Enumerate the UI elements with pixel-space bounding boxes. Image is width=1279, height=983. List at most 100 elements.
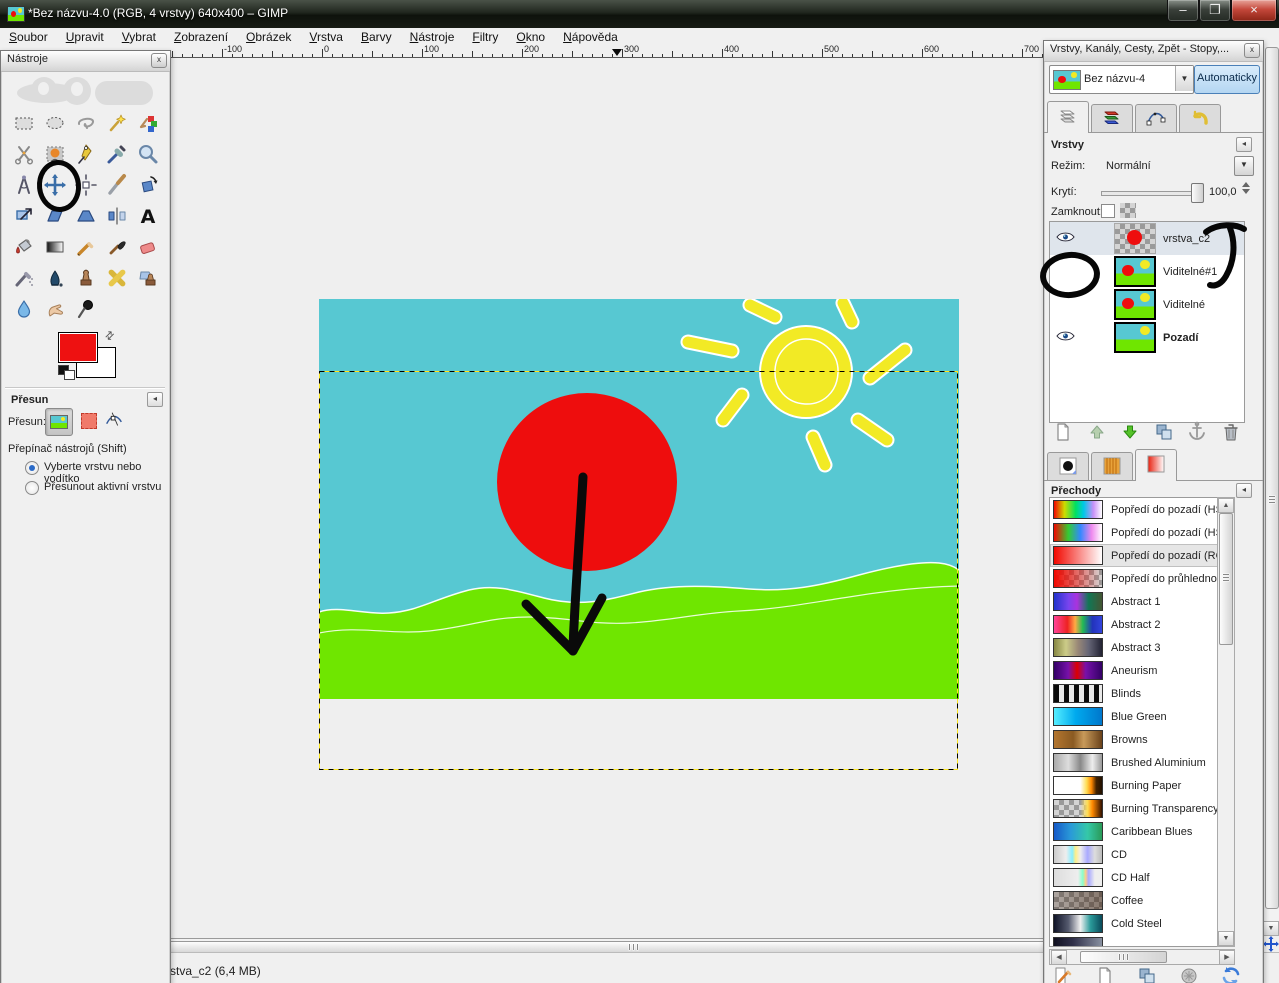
tool-ellipse-select-button[interactable] [39, 109, 70, 140]
gradient-row-Coffee[interactable]: Coffee [1050, 889, 1218, 912]
gradient-row-Brushed Aluminium[interactable]: Brushed Aluminium [1050, 751, 1218, 774]
layer-thumbnail[interactable] [1114, 223, 1156, 254]
image-selector[interactable]: Bez názvu-4 ▼ [1049, 65, 1194, 94]
gradient-row-CD[interactable]: CD [1050, 843, 1218, 866]
menu-upravit[interactable]: Upravit [57, 28, 113, 44]
vertical-scrollbar[interactable]: ▼ [1262, 45, 1279, 952]
tool-select-by-color-button[interactable] [132, 109, 163, 140]
menu-obrzek[interactable]: Obrázek [237, 28, 300, 44]
radio-select-layer-guide[interactable] [25, 461, 39, 475]
tool-rect-select-button[interactable] [8, 109, 39, 140]
restore-button[interactable]: ❐ [1199, 0, 1231, 22]
gradient-row-Popředí do pozadí (HSV odstín[interactable]: Popředí do pozadí (HSV odstín [1050, 498, 1218, 521]
tool-smudge-button[interactable] [39, 295, 70, 326]
tool-gradient-button[interactable] [39, 233, 70, 264]
move-mode-layer-button[interactable] [45, 408, 73, 436]
auto-follow-button[interactable]: Automaticky [1194, 65, 1260, 94]
toolbox-close-icon[interactable]: x [151, 53, 167, 68]
gradient-row-Abstract 1[interactable]: Abstract 1 [1050, 590, 1218, 613]
gradients-scroll-up-icon[interactable]: ▲ [1218, 498, 1234, 513]
tool-options-collapse-button[interactable]: ◂ [147, 392, 163, 407]
menu-nstroje[interactable]: Nástroje [401, 28, 464, 44]
layer-name[interactable]: Viditelné [1163, 299, 1205, 311]
gradient-row-Aneurism[interactable]: Aneurism [1050, 659, 1218, 682]
opacity-spinner[interactable] [1242, 180, 1251, 196]
gradient-row-Burning Paper[interactable]: Burning Paper [1050, 774, 1218, 797]
radio-move-active-layer[interactable] [25, 481, 39, 495]
gradient-row-Popředí do průhlednosti[interactable]: Popředí do průhlednosti [1050, 567, 1218, 590]
tool-heal-button[interactable] [101, 264, 132, 295]
gradient-row-CD Half[interactable]: CD Half [1050, 866, 1218, 889]
menu-vrstva[interactable]: Vrstva [300, 28, 352, 44]
menu-zobrazen[interactable]: Zobrazení [165, 28, 237, 44]
minimize-button[interactable]: – [1167, 0, 1199, 22]
layer-thumbnail[interactable] [1114, 256, 1156, 287]
lower-layer-button[interactable] [1117, 423, 1143, 444]
tab-gradients[interactable] [1135, 449, 1177, 481]
gradient-row-Abstract 2[interactable]: Abstract 2 [1050, 613, 1218, 636]
pan-view-button[interactable] [1262, 936, 1279, 952]
gradients-hscrollbar-thumb[interactable] [1080, 951, 1167, 963]
opacity-slider[interactable] [1101, 191, 1198, 196]
menu-vybrat[interactable]: Vybrat [113, 28, 165, 44]
gradients-scroll-down-icon[interactable]: ▼ [1218, 931, 1234, 946]
layer-thumbnail[interactable] [1114, 322, 1156, 353]
layer-row-Pozadí[interactable]: Pozadí [1050, 321, 1244, 354]
swap-colors-icon[interactable]: ⇄ [102, 328, 118, 344]
tool-scissors-select-button[interactable] [8, 140, 39, 171]
menu-npovda[interactable]: Nápověda [554, 28, 627, 44]
move-mode-path-button[interactable] [103, 409, 125, 434]
image-selector-dropdown-icon[interactable]: ▼ [1175, 66, 1193, 91]
tool-blur-button[interactable] [8, 295, 39, 326]
toolbox-window[interactable]: Nástroje x A ⇄ Přesun ◂ Přesun: [0, 50, 171, 983]
new-gradient-button[interactable] [1092, 967, 1118, 983]
tool-airbrush-button[interactable] [8, 264, 39, 295]
gradient-row-unnamed[interactable] [1050, 935, 1218, 947]
tool-dodge-burn-button[interactable] [70, 295, 101, 326]
gradients-collapse-button[interactable]: ◂ [1236, 483, 1252, 498]
tool-crop-button[interactable] [101, 171, 132, 202]
radio-move-active-layer-label[interactable]: Přesunout aktivní vrstvu [44, 481, 161, 493]
delete-gradient-button[interactable] [1176, 967, 1202, 983]
gradients-list[interactable]: Popředí do pozadí (HSV odstín Popředí do… [1049, 497, 1219, 947]
edit-gradient-button[interactable] [1050, 967, 1076, 983]
tool-free-select-button[interactable] [70, 109, 101, 140]
gradients-scrollbar-thumb[interactable] [1219, 513, 1233, 645]
menu-soubor[interactable]: Soubor [0, 28, 57, 44]
anchor-layer-button[interactable] [1184, 423, 1210, 444]
mode-dropdown-icon[interactable]: ▼ [1234, 156, 1254, 176]
layer-thumbnail[interactable] [1114, 289, 1156, 320]
close-button[interactable]: × [1231, 0, 1277, 22]
tab-brushes[interactable] [1047, 452, 1089, 481]
tab-patterns[interactable] [1091, 452, 1133, 481]
tool-measure-button[interactable] [8, 171, 39, 202]
dock-close-icon[interactable]: x [1244, 43, 1260, 58]
tool-pencil-button[interactable] [70, 233, 101, 264]
gradient-row-Popředí do pozadí (RGB)[interactable]: Popředí do pozadí (RGB) [1050, 544, 1218, 567]
image-canvas[interactable] [319, 299, 959, 771]
gradients-horizontal-scrollbar[interactable]: ◀ ▶ [1049, 949, 1235, 965]
tool-rotate-button[interactable] [132, 171, 163, 202]
vertical-scrollbar-thumb[interactable] [1265, 47, 1279, 909]
raise-layer-button[interactable] [1084, 423, 1110, 444]
scroll-down-arrow[interactable]: ▼ [1263, 921, 1279, 936]
layer-name[interactable]: Pozadí [1163, 332, 1198, 344]
lock-alpha-icon[interactable] [1120, 203, 1136, 218]
tool-text-button[interactable]: A [132, 202, 163, 233]
gradients-vertical-scrollbar[interactable]: ▲ ▼ [1217, 497, 1235, 947]
title-bar[interactable]: *Bez názvu-4.0 (RGB, 4 vrstvy) 640x400 –… [0, 0, 1279, 28]
duplicate-gradient-button[interactable] [1134, 967, 1160, 983]
gradient-row-Burning Transparency[interactable]: Burning Transparency [1050, 797, 1218, 820]
tool-perspective-clone-button[interactable] [132, 264, 163, 295]
layers-dock-window[interactable]: Vrstvy, Kanály, Cesty, Zpět - Stopy,... … [1043, 40, 1264, 983]
tool-paintbrush-button[interactable] [101, 233, 132, 264]
tab-undo-history[interactable] [1179, 104, 1221, 133]
gradient-row-Cold Steel[interactable]: Cold Steel [1050, 912, 1218, 935]
layer-visibility-eye-icon[interactable] [1056, 231, 1075, 246]
gradients-scroll-right-icon[interactable]: ▶ [1219, 950, 1235, 965]
layer-visibility-eye-icon[interactable] [1056, 330, 1075, 345]
tool-perspective-button[interactable] [70, 202, 101, 233]
toolbox-title[interactable]: Nástroje [1, 51, 170, 72]
opacity-slider-handle[interactable] [1191, 183, 1204, 203]
dock-title[interactable]: Vrstvy, Kanály, Cesty, Zpět - Stopy,... [1044, 41, 1263, 62]
